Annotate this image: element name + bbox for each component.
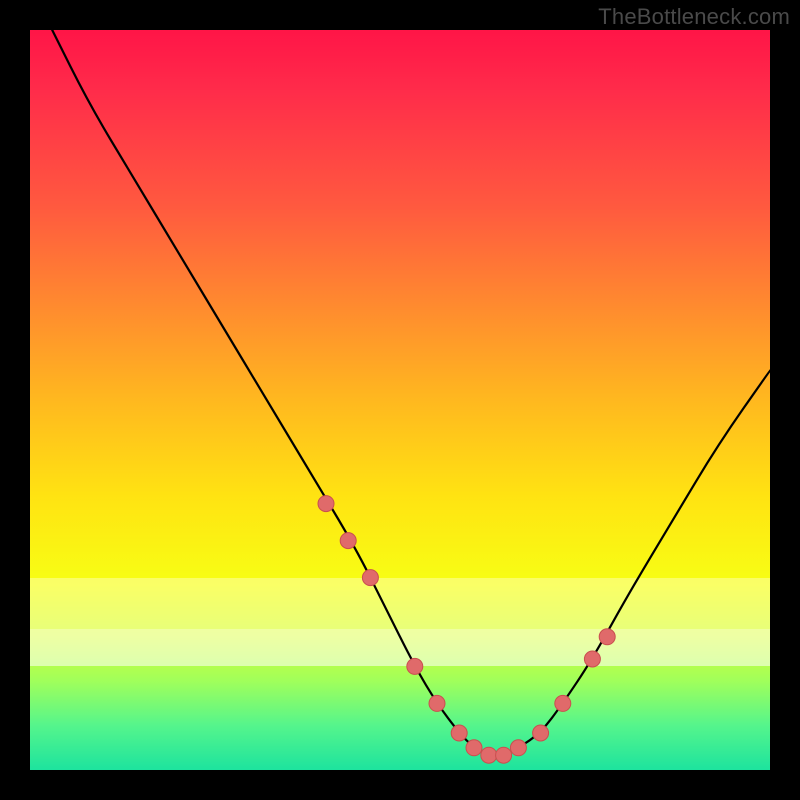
highlight-dot: [466, 740, 482, 756]
highlight-dot: [407, 658, 423, 674]
highlight-dot: [496, 747, 512, 763]
highlight-dot: [451, 725, 467, 741]
chart-stage: TheBottleneck.com: [0, 0, 800, 800]
highlight-dot: [510, 740, 526, 756]
highlight-dot: [362, 570, 378, 586]
curve-svg: [30, 30, 770, 770]
highlight-dot: [429, 695, 445, 711]
watermark-text: TheBottleneck.com: [598, 4, 790, 30]
highlight-dots: [318, 496, 615, 764]
bottleneck-curve: [52, 30, 770, 755]
highlight-dot: [533, 725, 549, 741]
highlight-dot: [340, 533, 356, 549]
highlight-dot: [599, 629, 615, 645]
highlight-dot: [555, 695, 571, 711]
highlight-dot: [318, 496, 334, 512]
highlight-dot: [584, 651, 600, 667]
plot-area: [30, 30, 770, 770]
highlight-dot: [481, 747, 497, 763]
